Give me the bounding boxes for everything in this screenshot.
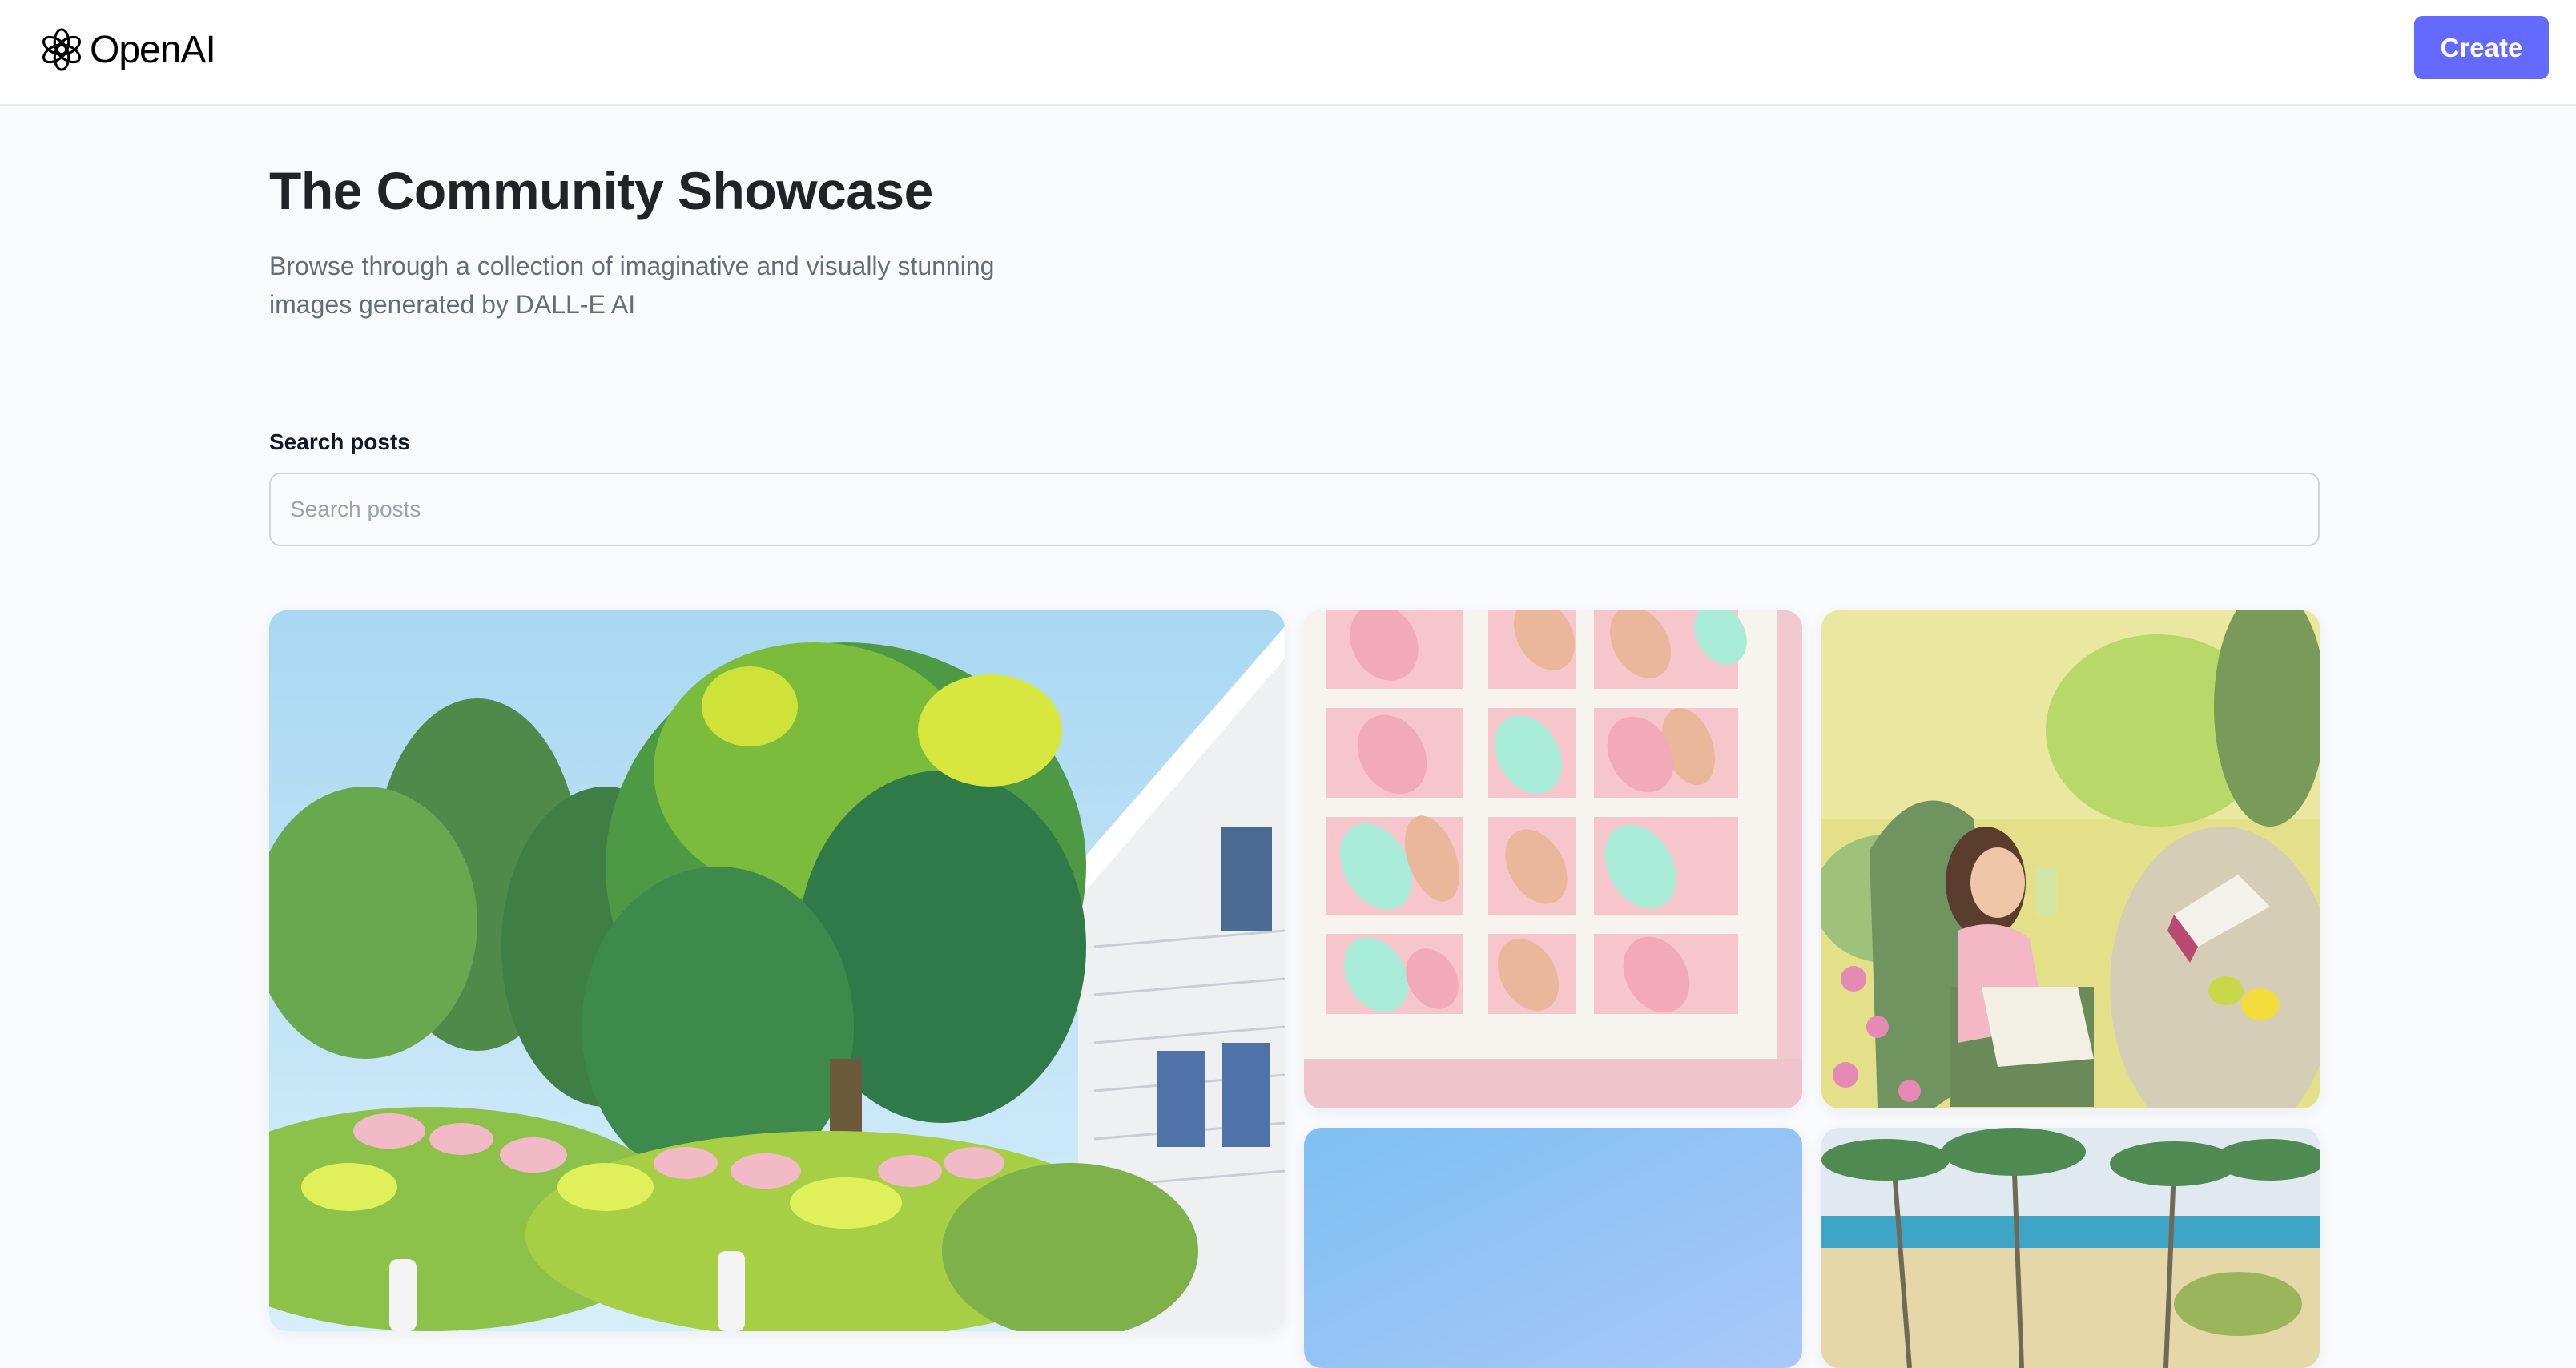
logo-text: OpenAI (90, 28, 216, 71)
create-button[interactable]: Create (2414, 16, 2549, 79)
search-input[interactable] (269, 473, 2320, 546)
top-header: OpenAI Create (0, 0, 2576, 106)
garden-house-image (269, 610, 1285, 1331)
openai-logo-icon (42, 28, 82, 71)
gallery-card-blue-sky[interactable] (1304, 1128, 1802, 1368)
girl-lemonade-image (1821, 610, 2320, 1108)
search-label: Search posts (269, 429, 410, 454)
subtitle-line-2: images generated by DALL-E AI (269, 290, 636, 319)
gallery-card-garden-house[interactable] (269, 610, 1285, 1331)
openai-logo-link[interactable]: OpenAI (38, 24, 216, 75)
gallery-card-leaf-pattern[interactable] (1304, 610, 1802, 1108)
gallery-card-tropical-beach[interactable] (1821, 1128, 2320, 1368)
blue-sky-image (1304, 1128, 1802, 1368)
tropical-beach-image (1821, 1128, 2320, 1368)
leaf-pattern-image (1304, 610, 1802, 1108)
subtitle-line-1: Browse through a collection of imaginati… (269, 251, 995, 280)
page-title: The Community Showcase (269, 161, 933, 220)
page-subtitle: Browse through a collection of imaginati… (269, 247, 1070, 324)
gallery-card-girl-lemonade[interactable] (1821, 610, 2320, 1108)
